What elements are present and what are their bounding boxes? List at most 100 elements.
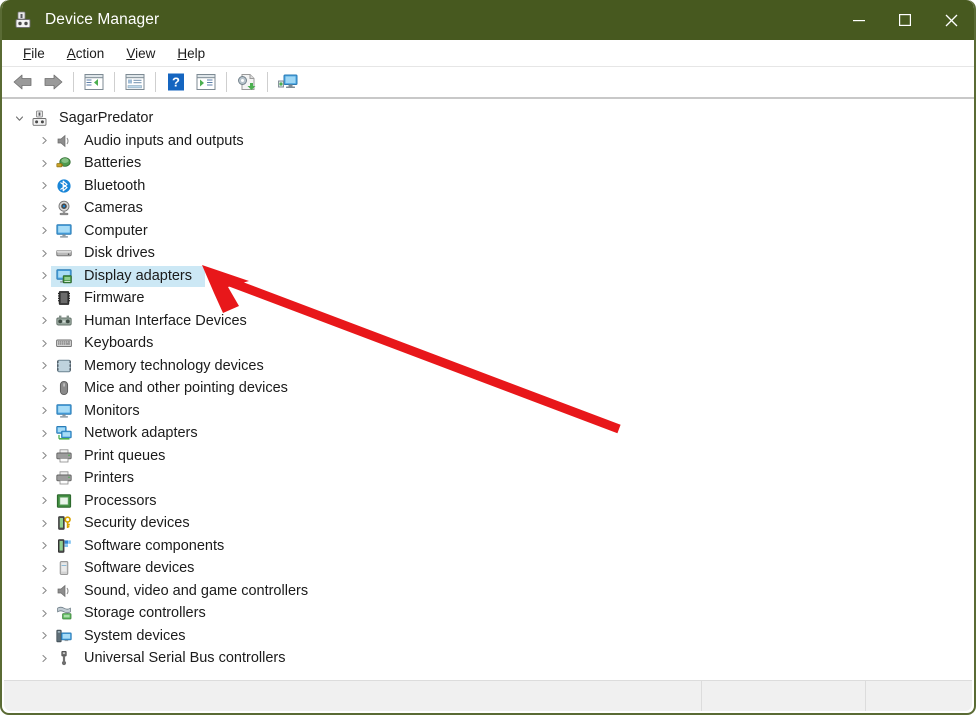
tree-item-network-adapters[interactable]: Network adapters — [2, 422, 974, 445]
chevron-right-icon[interactable] — [37, 204, 51, 213]
chevron-right-icon[interactable] — [37, 474, 51, 483]
menu-item-view[interactable]: View — [115, 44, 166, 63]
mouse-icon — [55, 380, 73, 397]
tree-item-software-components[interactable]: Software components — [2, 535, 974, 558]
window-controls — [836, 0, 974, 40]
tree-root-node[interactable]: SagarPredator — [2, 107, 974, 130]
chevron-right-icon[interactable] — [37, 384, 51, 393]
back-button[interactable] — [8, 68, 38, 96]
chevron-right-icon[interactable] — [37, 541, 51, 550]
tree-item-label: Computer — [84, 222, 148, 239]
tree-item-storage-controllers[interactable]: Storage controllers — [2, 602, 974, 625]
tree-item-label: Display adapters — [81, 266, 195, 285]
tree-item-label: Software components — [84, 537, 225, 554]
monitor-icon — [55, 222, 73, 239]
help-question-icon: ? — [168, 73, 184, 91]
tree-item-bluetooth[interactable]: Bluetooth — [2, 175, 974, 198]
tree-item-processors[interactable]: Processors — [2, 490, 974, 513]
chevron-right-icon[interactable] — [37, 159, 51, 168]
chevron-right-icon[interactable] — [37, 294, 51, 303]
hid-icon — [55, 312, 73, 329]
chevron-right-icon[interactable] — [37, 496, 51, 505]
chevron-right-icon[interactable] — [37, 631, 51, 640]
tree-item-computer[interactable]: Computer — [2, 220, 974, 243]
toolbar-separator — [226, 72, 227, 92]
update-driver-button[interactable] — [232, 68, 262, 96]
tree-item-universal-serial-bus-controllers[interactable]: Universal Serial Bus controllers — [2, 647, 974, 670]
tree-item-printers[interactable]: Printers — [2, 467, 974, 490]
tree-item-memory-technology-devices[interactable]: Memory technology devices — [2, 355, 974, 378]
tree-item-human-interface-devices[interactable]: Human Interface Devices — [2, 310, 974, 333]
tree-item-label: Keyboards — [84, 335, 154, 352]
tree-item-system-devices[interactable]: System devices — [2, 625, 974, 648]
chevron-right-icon[interactable] — [37, 586, 51, 595]
chevron-right-icon[interactable] — [37, 226, 51, 235]
tree-item-batteries[interactable]: Batteries — [2, 152, 974, 175]
scan-for-hardware-changes-button[interactable] — [273, 68, 303, 96]
monitor-icon — [55, 402, 73, 419]
close-button[interactable] — [928, 0, 974, 40]
tree-item-sound-video-and-game-controllers[interactable]: Sound, video and game controllers — [2, 580, 974, 603]
forward-arrow-icon — [44, 74, 63, 90]
chevron-right-icon[interactable] — [37, 519, 51, 528]
device-tree[interactable]: SagarPredator Audio inputs and outputs B… — [2, 99, 974, 685]
status-pane-message — [4, 681, 702, 711]
tree-item-firmware[interactable]: Firmware — [2, 287, 974, 310]
tree-item-mice-and-other-pointing-devices[interactable]: Mice and other pointing devices — [2, 377, 974, 400]
storage-controller-icon — [55, 605, 73, 622]
tree-item-security-devices[interactable]: Security devices — [2, 512, 974, 535]
system-device-icon — [55, 627, 73, 644]
menu-item-action[interactable]: Action — [56, 44, 116, 63]
forward-button[interactable] — [38, 68, 68, 96]
tree-item-software-devices[interactable]: Software devices — [2, 557, 974, 580]
tree-item-label: Batteries — [84, 155, 142, 172]
tree-item-label: Print queues — [84, 447, 166, 464]
chevron-right-icon[interactable] — [37, 654, 51, 663]
tree-item-label: System devices — [84, 627, 186, 644]
tree-item-display-adapters[interactable]: Display adapters — [2, 265, 974, 288]
chevron-right-icon[interactable] — [37, 429, 51, 438]
status-bar — [4, 680, 972, 711]
tree-item-label: Printers — [84, 470, 134, 487]
chevron-right-icon[interactable] — [37, 271, 51, 280]
chevron-right-icon[interactable] — [37, 609, 51, 618]
menu-bar: File Action View Help — [2, 40, 974, 67]
computer-root-icon — [30, 110, 48, 127]
show-hide-console-tree-button[interactable] — [79, 68, 109, 96]
tree-item-label: Bluetooth — [84, 177, 146, 194]
tree-item-audio-inputs-and-outputs[interactable]: Audio inputs and outputs — [2, 130, 974, 153]
chevron-down-icon[interactable] — [12, 114, 26, 123]
chevron-right-icon[interactable] — [37, 361, 51, 370]
software-device-icon — [55, 560, 73, 577]
chevron-right-icon[interactable] — [37, 451, 51, 460]
bluetooth-icon — [55, 177, 73, 194]
status-pane-secondary — [702, 681, 866, 711]
tree-item-keyboards[interactable]: Keyboards — [2, 332, 974, 355]
tree-item-label: Mice and other pointing devices — [84, 380, 288, 397]
menu-item-help[interactable]: Help — [166, 44, 216, 63]
minimize-button[interactable] — [836, 0, 882, 40]
help-button[interactable]: ? — [161, 68, 191, 96]
chevron-right-icon[interactable] — [37, 136, 51, 145]
menu-accel-help: H — [177, 45, 188, 61]
toolbar-separator — [267, 72, 268, 92]
chevron-right-icon[interactable] — [37, 316, 51, 325]
tree-item-print-queues[interactable]: Print queues — [2, 445, 974, 468]
menu-item-file[interactable]: File — [12, 44, 56, 63]
usb-icon — [55, 650, 73, 667]
tree-item-disk-drives[interactable]: Disk drives — [2, 242, 974, 265]
chevron-right-icon[interactable] — [37, 406, 51, 415]
chevron-right-icon[interactable] — [37, 564, 51, 573]
tree-item-monitors[interactable]: Monitors — [2, 400, 974, 423]
maximize-button[interactable] — [882, 0, 928, 40]
chevron-right-icon[interactable] — [37, 181, 51, 190]
title-bar: Device Manager — [2, 0, 974, 40]
chevron-right-icon[interactable] — [37, 249, 51, 258]
show-hide-action-pane-button[interactable] — [191, 68, 221, 96]
update-driver-icon — [238, 74, 256, 90]
chevron-right-icon[interactable] — [37, 339, 51, 348]
tree-item-cameras[interactable]: Cameras — [2, 197, 974, 220]
network-adapter-icon — [55, 425, 73, 442]
properties-button[interactable] — [120, 68, 150, 96]
tree-item-label: Cameras — [84, 200, 143, 217]
